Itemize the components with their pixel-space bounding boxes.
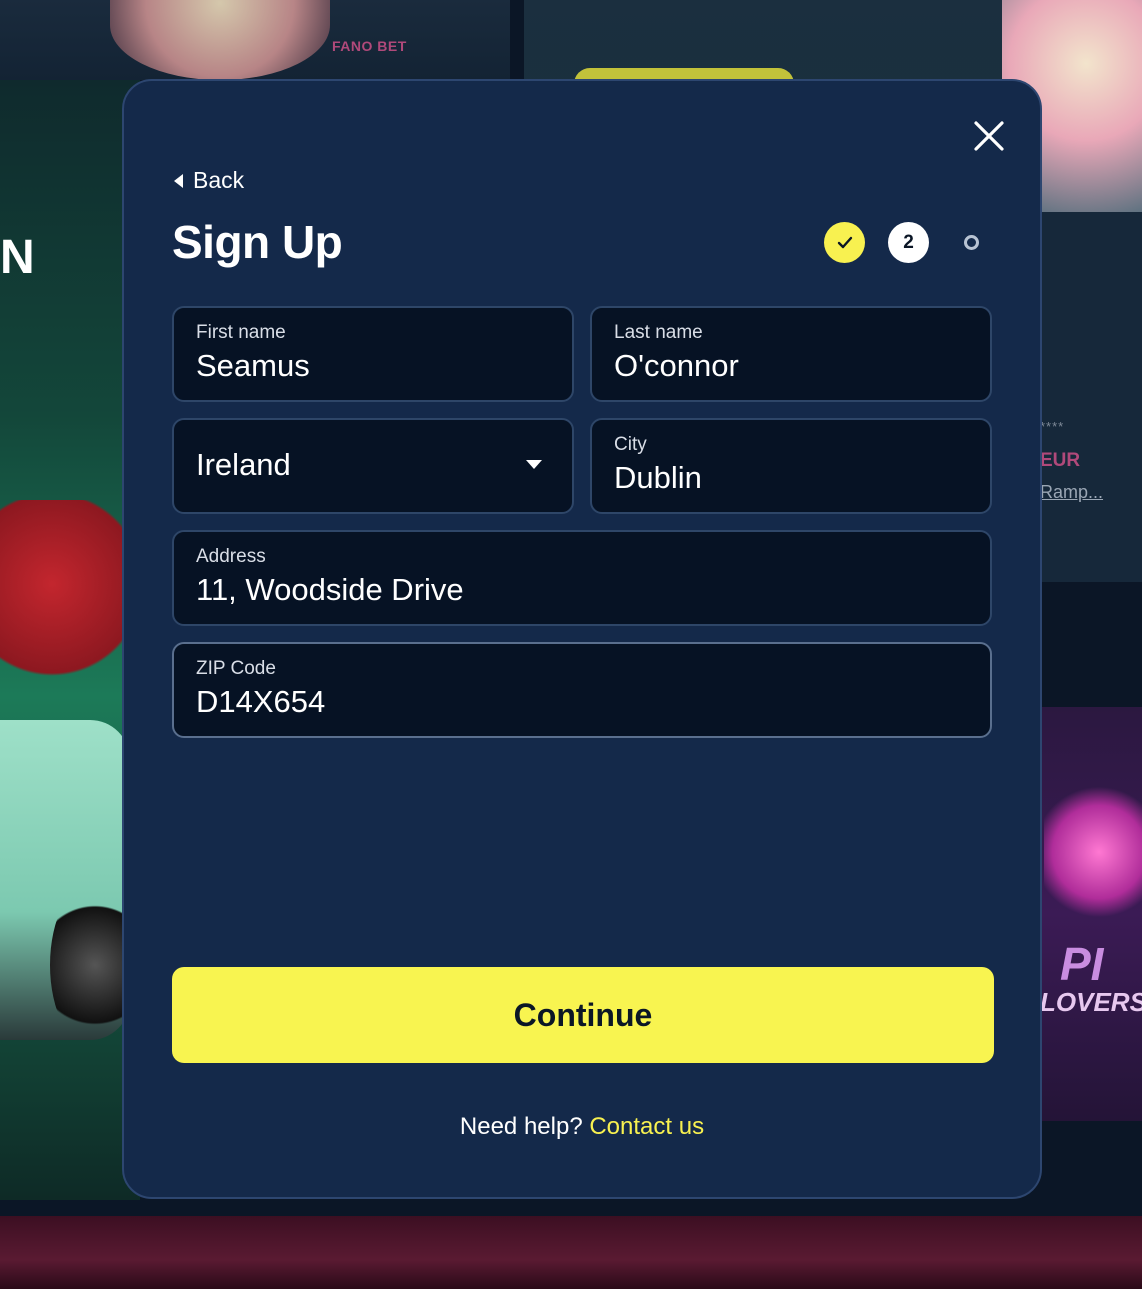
first-name-input[interactable] <box>196 348 515 384</box>
help-text: Need help? <box>459 1113 590 1140</box>
step-completed <box>824 222 865 263</box>
step-pending <box>964 235 979 250</box>
game-title-bottom: LOVERS <box>1040 987 1142 1017</box>
promo-banner-left[interactable]: N <box>0 80 140 1200</box>
zip-code-field[interactable]: ZIP Code <box>172 642 992 738</box>
contact-us-link[interactable]: Contact us <box>589 1113 704 1140</box>
caret-left-icon <box>174 173 183 188</box>
city-label: City <box>614 434 647 455</box>
zip-code-label: ZIP Code <box>196 658 276 679</box>
zip-code-input[interactable] <box>196 684 849 720</box>
continue-button[interactable]: Continue <box>172 967 994 1063</box>
promo-headline: N <box>0 231 35 284</box>
background-footer-artwork <box>0 1216 1142 1289</box>
jackpot-tile[interactable]: **** EUR Ramp... <box>1040 212 1142 582</box>
jackpot-currency: EUR <box>1040 450 1081 471</box>
step-current: 2 <box>888 222 929 263</box>
game-tile-right[interactable]: PI LOVERS <box>1040 707 1142 1121</box>
last-name-label: Last name <box>614 322 703 343</box>
help-row: Need help? Contact us <box>124 1113 1040 1141</box>
country-value: Ireland <box>196 447 291 482</box>
back-label: Back <box>193 167 245 193</box>
checkmark-icon <box>837 236 852 248</box>
page-title: Sign Up <box>172 216 343 268</box>
back-link[interactable]: Back <box>174 167 244 194</box>
last-name-field[interactable]: Last name <box>590 306 992 402</box>
gem-artwork <box>1044 777 1142 927</box>
jackpot-link[interactable]: Ramp... <box>1040 482 1103 503</box>
chevron-down-icon <box>526 460 542 469</box>
first-name-label: First name <box>196 322 286 343</box>
close-icon <box>974 121 1004 151</box>
gift-ribbon-image <box>0 500 130 710</box>
character-artwork <box>110 0 330 80</box>
game-tile-top-left[interactable]: FANO BET <box>0 0 510 80</box>
city-input[interactable] <box>614 460 933 496</box>
signup-modal: Back Sign Up 2 First name Last name Irel… <box>122 79 1042 1199</box>
address-input[interactable] <box>196 572 849 608</box>
country-select[interactable]: Ireland <box>172 418 574 514</box>
address-label: Address <box>196 546 266 567</box>
step-indicator: 2 <box>824 222 984 263</box>
address-field[interactable]: Address <box>172 530 992 626</box>
first-name-field[interactable]: First name <box>172 306 574 402</box>
close-button[interactable] <box>970 117 1008 155</box>
jackpot-stars: **** <box>1040 419 1065 434</box>
city-field[interactable]: City <box>590 418 992 514</box>
brand-logo: FANO BET <box>332 38 407 54</box>
last-name-input[interactable] <box>614 348 933 384</box>
game-title-top: PI <box>1060 938 1104 990</box>
